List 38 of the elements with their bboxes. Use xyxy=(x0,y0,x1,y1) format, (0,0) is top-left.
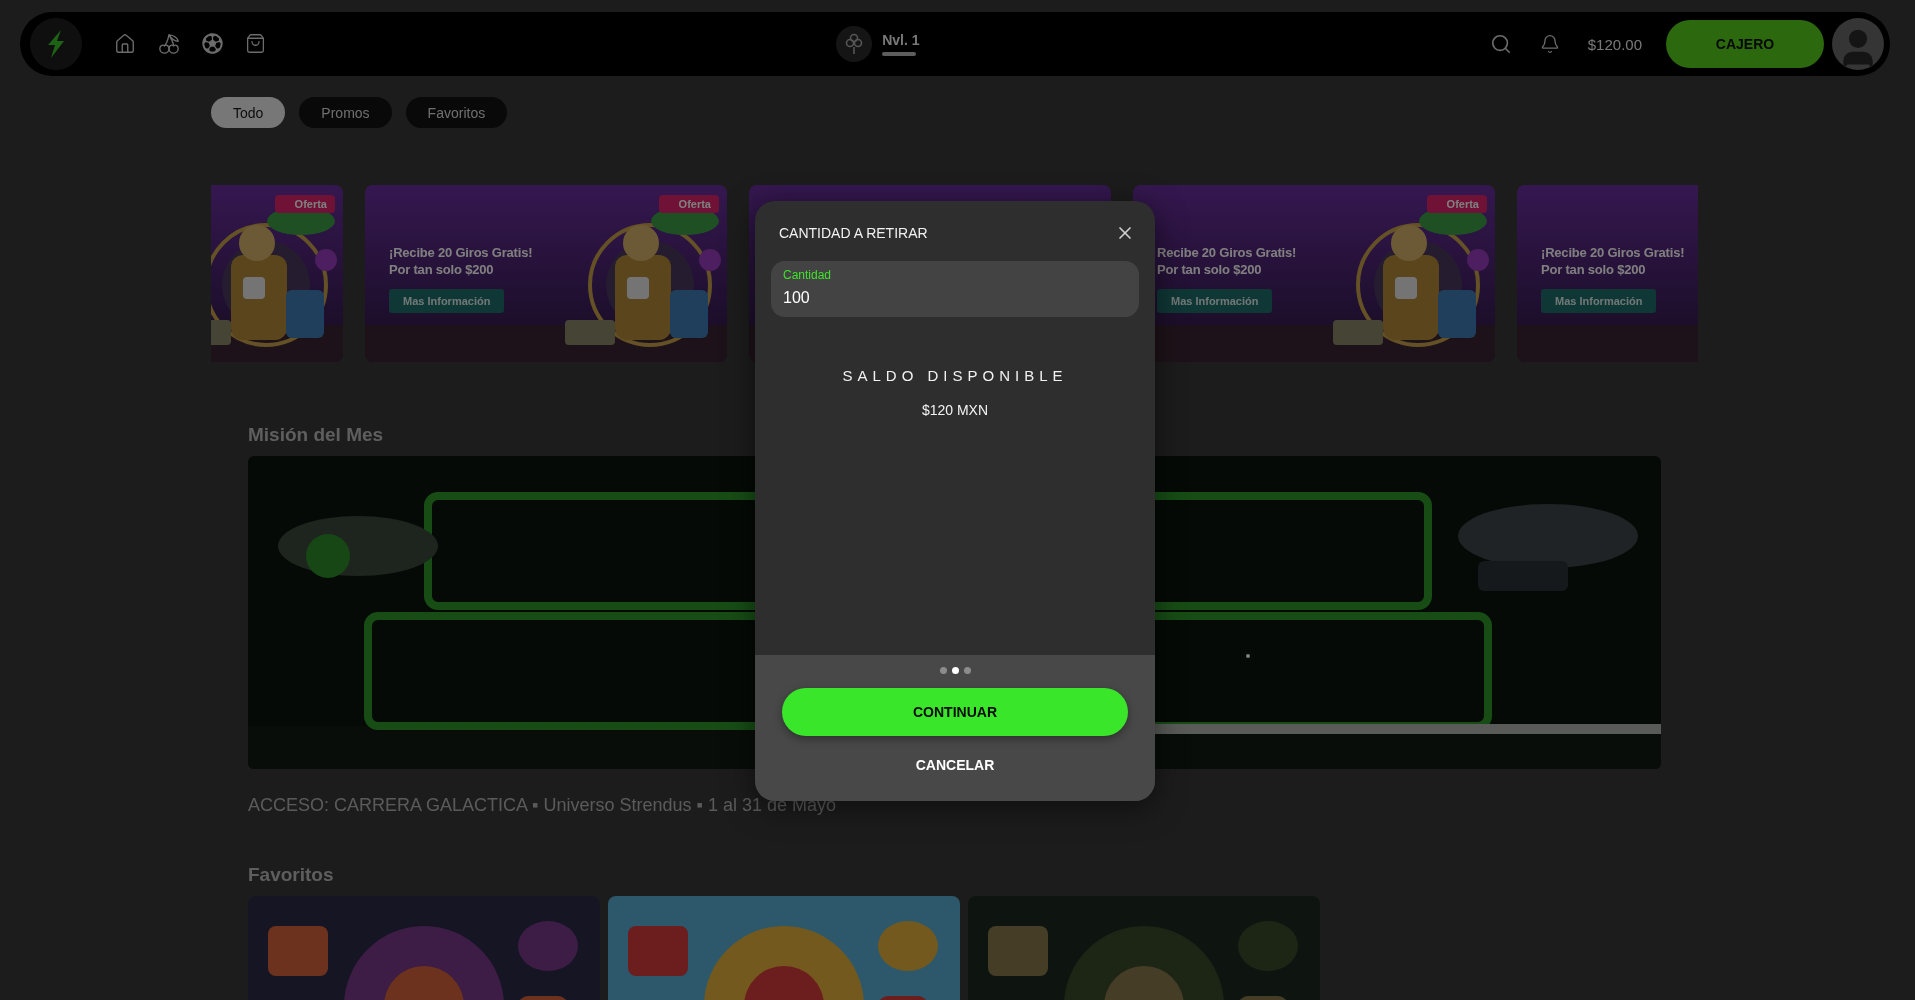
section-title: Favoritos xyxy=(248,864,335,886)
emblem-icon xyxy=(836,26,873,62)
bell-icon[interactable] xyxy=(1539,34,1560,54)
offer-badge: Oferta xyxy=(274,195,335,213)
soccer-ball-icon[interactable] xyxy=(202,33,223,55)
dialog-title: CANTIDAD A RETIRAR xyxy=(779,225,928,241)
home-icon[interactable] xyxy=(114,33,136,55)
offer-badge: Oferta xyxy=(1426,195,1487,213)
page-dot[interactable] xyxy=(939,667,947,674)
promo-headline: ¡Recibe 20 Giros Gratis! xyxy=(1541,245,1685,260)
field-label: Cantidad xyxy=(783,268,832,282)
shopping-bag-icon[interactable] xyxy=(245,33,266,55)
level-label: Nvl. 1 xyxy=(882,32,920,48)
more-info-button[interactable]: Mas Información xyxy=(1157,289,1273,313)
level-underline xyxy=(882,52,917,56)
filter-tab[interactable]: Promos xyxy=(299,97,392,128)
filter-tab[interactable]: Todo xyxy=(211,97,286,128)
filter-tab[interactable]: Favoritos xyxy=(405,97,508,128)
more-info-button[interactable]: Mas Información xyxy=(389,289,505,313)
promo-headline: ¡Recibe 20 Giros Gratis! xyxy=(389,245,533,260)
cashier-button[interactable]: CAJERO xyxy=(1666,20,1824,68)
balance-label: SALDO DISPONIBLE xyxy=(841,367,1069,384)
promo-subline: Por tan solo $200 xyxy=(1157,262,1262,277)
balance-amount: $120.00 xyxy=(1587,35,1642,53)
search-icon[interactable] xyxy=(1489,33,1512,55)
cancel-button[interactable]: CANCELAR xyxy=(909,756,1001,774)
page-dot[interactable] xyxy=(951,667,959,674)
section-title: Misión del Mes xyxy=(248,424,385,446)
promo-subline: Por tan solo $200 xyxy=(1541,262,1646,277)
cherry-icon[interactable] xyxy=(158,33,180,55)
more-info-button[interactable]: Mas Información xyxy=(1541,289,1657,313)
offer-badge: Oferta xyxy=(658,195,719,213)
page-dot[interactable] xyxy=(963,667,971,674)
balance-value: $120 MXN xyxy=(920,402,990,418)
continue-button[interactable]: CONTINUAR xyxy=(782,688,1128,736)
promo-headline: Recibe 20 Giros Gratis! xyxy=(1157,245,1297,260)
promo-subline: Por tan solo $200 xyxy=(389,262,494,277)
logo-icon[interactable] xyxy=(30,18,82,70)
